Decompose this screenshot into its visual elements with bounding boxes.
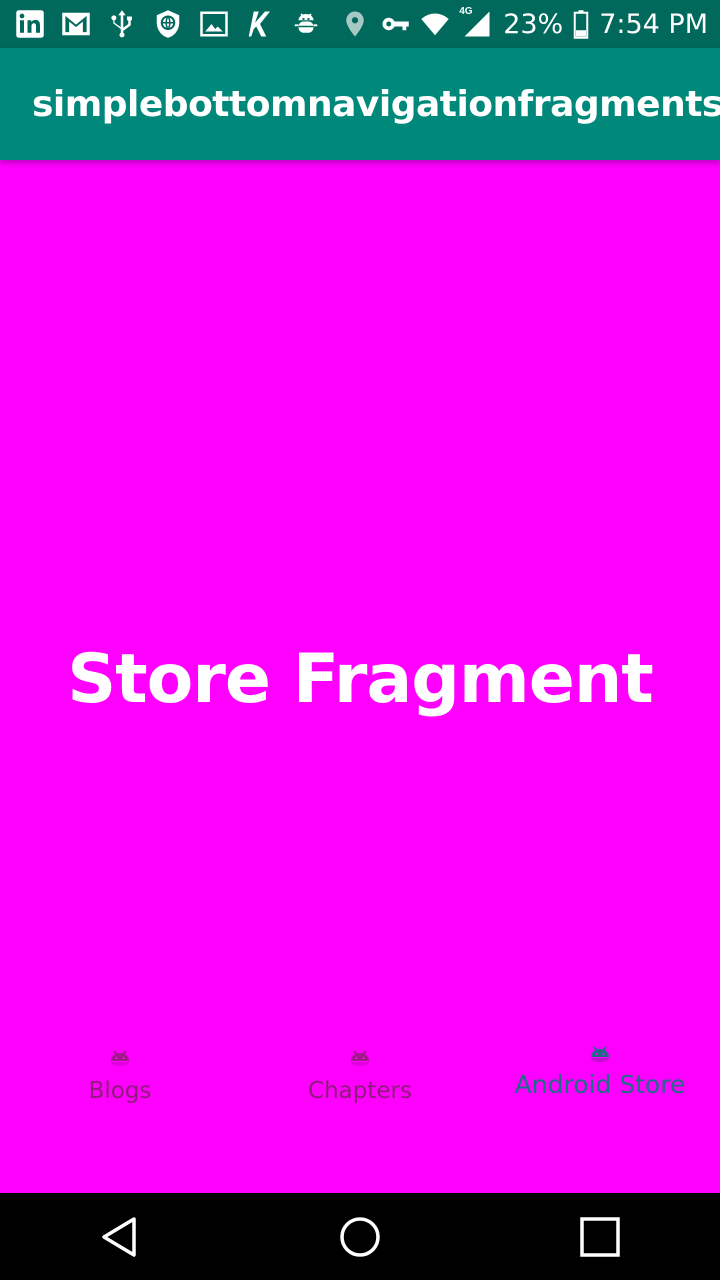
recents-button[interactable]: [570, 1207, 630, 1267]
android-icon: [351, 1050, 369, 1066]
app-title: simplebottomnavigationfragments: [32, 83, 720, 125]
nav-label-android-store: Android Store: [514, 1070, 686, 1099]
location-icon: [339, 8, 371, 40]
shield-icon: [152, 8, 184, 40]
recents-icon: [580, 1216, 620, 1257]
fragment-container: Store Fragment Blogs Chapters Android St…: [0, 160, 720, 1193]
android-debug-icon: [290, 8, 322, 40]
system-navigation-bar: [0, 1193, 720, 1280]
clock: 7:54 PM: [599, 8, 708, 40]
nav-item-blogs[interactable]: Blogs: [0, 1020, 240, 1130]
bottom-navigation: Blogs Chapters Android Store: [0, 1020, 720, 1130]
home-icon: [340, 1216, 380, 1257]
nav-label-chapters: Chapters: [308, 1078, 412, 1104]
nav-item-chapters[interactable]: Chapters: [240, 1020, 480, 1130]
fragment-title: Store Fragment: [67, 640, 654, 719]
nav-label-blogs: Blogs: [88, 1078, 152, 1104]
battery-icon: [571, 8, 591, 40]
back-button[interactable]: [90, 1207, 150, 1267]
home-button[interactable]: [330, 1207, 390, 1267]
wifi-icon: [419, 8, 451, 40]
system-status: 4G 23% 7:54 PM: [339, 6, 708, 40]
android-icon: [591, 1046, 609, 1062]
gmail-icon: [60, 8, 92, 40]
network-type: 4G: [459, 6, 473, 17]
image-icon: [198, 8, 230, 40]
status-bar: 4G 23% 7:54 PM: [0, 0, 720, 48]
cell-signal-icon: 4G: [459, 6, 495, 40]
usb-icon: [106, 8, 138, 40]
battery-percentage: 23%: [503, 8, 564, 40]
back-icon: [102, 1216, 136, 1257]
android-icon: [111, 1050, 129, 1066]
app-bar: simplebottomnavigationfragments: [0, 48, 720, 160]
k-app-icon: [244, 8, 276, 40]
notification-icons: [14, 8, 322, 40]
linkedin-icon: [14, 8, 46, 40]
nav-item-android-store[interactable]: Android Store: [480, 1020, 720, 1130]
vpn-key-icon: [379, 8, 411, 40]
